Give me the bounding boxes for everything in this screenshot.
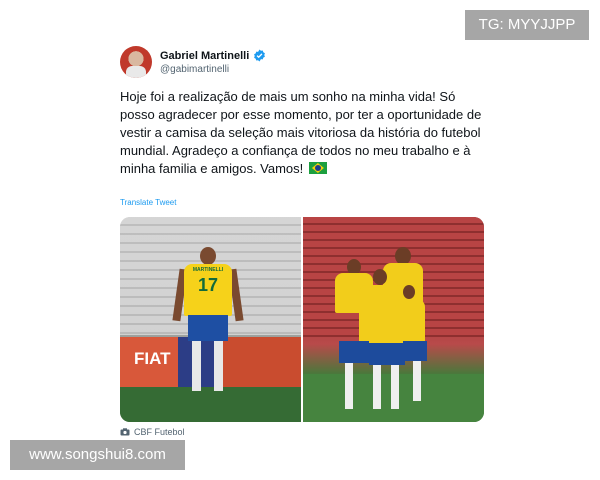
author-row: Gabriel Martinelli [160, 49, 266, 62]
media-source: CBF Futebol [120, 427, 185, 437]
author-handle[interactable]: @gabimartinelli [160, 64, 229, 75]
media-source-label[interactable]: CBF Futebol [134, 427, 185, 437]
jersey-number: 17 [197, 275, 219, 295]
camera-icon [120, 428, 130, 436]
tweet-card: Gabriel Martinelli @gabimartinelli Hoje … [118, 40, 488, 450]
watermark-top: TG: MYYJJPP [465, 10, 589, 40]
avatar[interactable] [120, 46, 152, 78]
photo-team-celebration[interactable] [303, 217, 484, 422]
tweet-text: Hoje foi a realização de mais um sonho n… [120, 88, 488, 178]
brazil-flag-icon [308, 162, 327, 174]
player-figure: MARTINELLI 17 [172, 247, 244, 417]
jersey-name: MARTINELLI [192, 267, 224, 273]
tweet-media: FIAT MARTINELLI 17 [120, 217, 484, 422]
players-group [333, 245, 453, 415]
ad-board-text: FIAT [134, 349, 171, 368]
author-name[interactable]: Gabriel Martinelli [160, 50, 249, 62]
photo-player-back[interactable]: FIAT MARTINELLI 17 [120, 217, 301, 422]
tweet-body: Hoje foi a realização de mais um sonho n… [120, 89, 482, 176]
watermark-bottom: www.songshui8.com [10, 440, 185, 470]
translate-tweet-link[interactable]: Translate Tweet [120, 198, 176, 207]
verified-badge-icon [253, 49, 266, 62]
